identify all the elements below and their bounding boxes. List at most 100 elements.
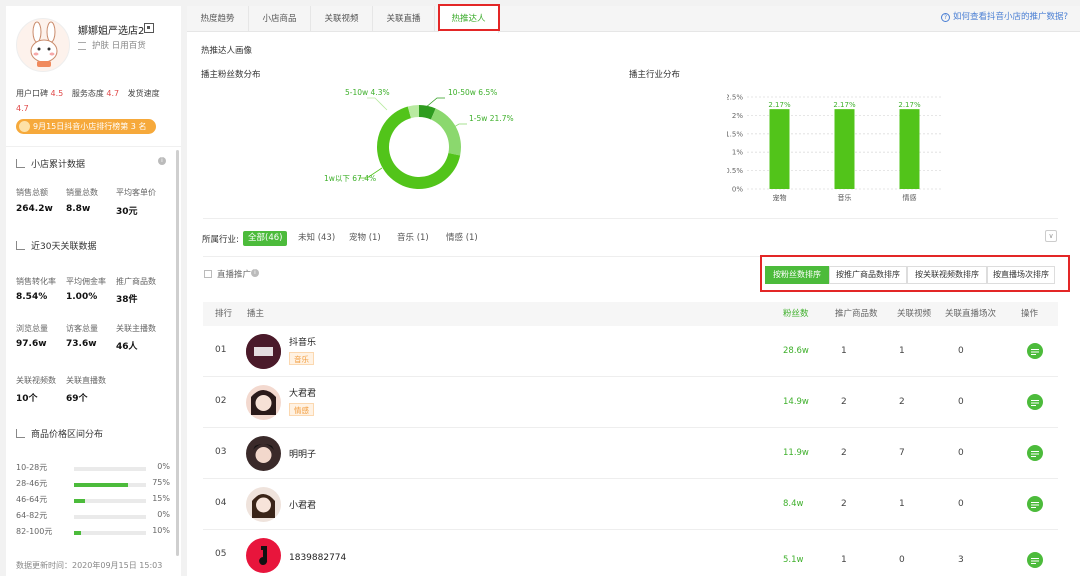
store-avatar <box>16 18 70 72</box>
bar-data-label: 2.17% <box>768 101 791 109</box>
category-icon <box>78 42 86 50</box>
col-videos[interactable]: 关联视频 <box>897 302 931 326</box>
anchor-name[interactable]: 大君君 <box>289 386 316 399</box>
qr-code-icon[interactable] <box>144 23 154 33</box>
bar-音乐[interactable] <box>834 109 855 189</box>
rating-value: 4.5 <box>50 89 64 98</box>
filter-chip-unknown[interactable]: 未知 (43) <box>293 231 340 246</box>
live-count: 0 <box>958 499 964 509</box>
stat-value: 10个 <box>16 394 38 404</box>
industry-bar-chart: 0% 0.5% 1% 1.5% 2% 2.5% 2.17% 宠物 2.17% 音乐 2.17% 情感 <box>727 94 942 202</box>
bar-宠物[interactable] <box>769 109 790 189</box>
table-row[interactable]: 03 明明子 11.9w 2 7 0 <box>203 428 1058 479</box>
live-count: 0 <box>958 397 964 407</box>
donut-leader-lines <box>359 97 467 179</box>
bar-情感[interactable] <box>899 109 920 189</box>
stat-label: 平均客单价 <box>116 188 156 197</box>
tab-related-videos[interactable]: 关联视频 <box>311 6 373 32</box>
section-title-price: 商品价格区间分布 <box>16 427 103 440</box>
col-live[interactable]: 关联直播场次 <box>945 302 996 326</box>
anchor-name[interactable]: 明明子 <box>289 447 316 460</box>
tab-store-goods[interactable]: 小店商品 <box>249 6 311 32</box>
table-row[interactable]: 02 大君君 情感 14.9w 2 2 0 <box>203 377 1058 428</box>
filter-chip-pets[interactable]: 宠物 (1) <box>344 231 386 246</box>
live-count: 0 <box>958 346 964 356</box>
store-name: 娜娜姐严选店2 <box>78 26 145 37</box>
detail-list-icon[interactable] <box>1027 394 1043 410</box>
filter-chip-all[interactable]: 全部(46) <box>243 231 288 246</box>
fans-count: 11.9w <box>783 448 809 458</box>
highlight-box <box>760 255 1070 292</box>
anchor-name[interactable]: 1839882774 <box>289 553 346 563</box>
detail-list-icon[interactable] <box>1027 343 1043 359</box>
x-tick-label: 音乐 <box>838 193 852 202</box>
stat-label: 关联直播数 <box>66 376 106 385</box>
col-goods[interactable]: 推广商品数 <box>835 302 878 326</box>
info-icon[interactable]: i <box>158 157 166 165</box>
detail-list-icon[interactable] <box>1027 445 1043 461</box>
price-row: 64-82元 0% <box>16 510 170 520</box>
crown-icon <box>19 121 30 132</box>
col-action: 操作 <box>1021 309 1039 319</box>
avatar[interactable] <box>246 385 281 420</box>
y-tick-label: 1.5% <box>727 130 743 138</box>
filter-chip-music[interactable]: 音乐 (1) <box>392 231 434 246</box>
y-tick-label: 2.5% <box>727 94 743 102</box>
stat-value: 8.54% <box>16 292 48 302</box>
store-category: 护肤 日用百货 <box>92 41 146 51</box>
col-anchor: 播主 <box>247 309 265 319</box>
table-row[interactable]: 01 抖音乐 音乐 28.6w 1 1 0 <box>203 326 1058 377</box>
edit-chart-icon <box>16 241 25 250</box>
bar-data-label: 2.17% <box>833 101 856 109</box>
fans-count: 14.9w <box>783 397 809 407</box>
divider <box>6 146 181 147</box>
live-promo-label: 直播推广 <box>217 270 252 280</box>
tab-trend[interactable]: 热度趋势 <box>187 6 249 32</box>
stat-label: 关联视频数 <box>16 376 56 385</box>
avatar[interactable] <box>246 538 281 573</box>
table-row[interactable]: 05 1839882774 5.1w 1 0 3 <box>203 530 1058 576</box>
tab-related-live[interactable]: 关联直播 <box>373 6 435 32</box>
avatar[interactable] <box>246 334 281 369</box>
filter-chip-emotion[interactable]: 情感 (1) <box>441 231 483 246</box>
x-tick-label: 宠物 <box>773 193 787 202</box>
x-tick-label: 情感 <box>903 193 917 202</box>
bar-chart-icon <box>16 159 25 168</box>
y-tick-label: 1% <box>732 149 743 157</box>
portrait-title: 热推达人画像 <box>201 46 253 56</box>
stat-label: 销量总数 <box>66 188 98 197</box>
stat-label: 关联主播数 <box>116 324 156 333</box>
table-row[interactable]: 04 小君君 8.4w 2 1 0 <box>203 479 1058 530</box>
help-link[interactable]: ? 如何查看抖音小店的推广数据? <box>940 10 1068 22</box>
live-count: 0 <box>958 448 964 458</box>
highlight-box <box>438 4 500 31</box>
detail-list-icon[interactable] <box>1027 552 1043 568</box>
info-icon[interactable]: i <box>251 269 259 277</box>
industry-tag: 情感 <box>289 403 314 416</box>
rating-value: 4.7 <box>16 104 29 113</box>
stat-label: 推广商品数 <box>116 277 156 286</box>
sidebar-scrollbar[interactable] <box>176 150 179 556</box>
table-header: 排行 播主 粉丝数 推广商品数 关联视频 关联直播场次 操作 <box>203 302 1058 326</box>
price-bar-fill <box>74 483 128 487</box>
price-row: 10-28元 0% <box>16 462 170 472</box>
goods-count: 1 <box>841 555 847 565</box>
rating-label: 服务态度 <box>71 89 104 98</box>
col-fans[interactable]: 粉丝数 <box>783 302 809 326</box>
fans-count: 8.4w <box>783 499 804 509</box>
avatar[interactable] <box>246 436 281 471</box>
rank-badge[interactable]: 9月15日抖音小店排行榜第 3 名 <box>16 119 156 134</box>
expand-filter-button[interactable]: ∨ <box>1045 230 1057 242</box>
fans-count: 5.1w <box>783 555 804 565</box>
anchor-name[interactable]: 抖音乐 <box>289 335 316 348</box>
price-bar-fill <box>74 499 85 503</box>
video-count: 1 <box>899 346 905 356</box>
rating-value: 4.7 <box>106 89 120 98</box>
stat-value: 69个 <box>66 394 88 404</box>
live-promo-checkbox[interactable] <box>204 270 212 278</box>
avatar[interactable] <box>246 487 281 522</box>
section-title-cumulative: 小店累计数据 <box>16 157 85 170</box>
detail-list-icon[interactable] <box>1027 496 1043 512</box>
stat-label: 销售转化率 <box>16 277 56 286</box>
anchor-name[interactable]: 小君君 <box>289 498 316 511</box>
